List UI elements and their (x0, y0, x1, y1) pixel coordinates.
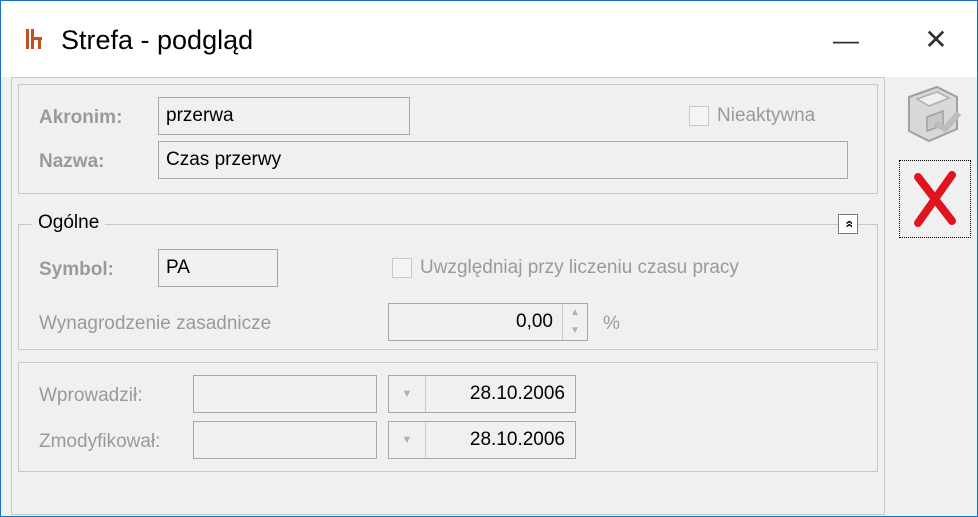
spin-down-icon[interactable]: ▼ (563, 322, 587, 340)
wynagrodzenie-value: 0,00 (516, 311, 553, 332)
minimize-button[interactable]: — (823, 21, 869, 61)
save-button[interactable] (899, 79, 971, 151)
title-bar: Strefa - podgląd — ✕ (1, 1, 977, 77)
uwzgledniaj-checkbox[interactable] (392, 258, 412, 278)
nazwa-label: Nazwa: (39, 151, 105, 172)
cancel-button[interactable] (899, 160, 971, 238)
collapse-button[interactable]: » (838, 214, 858, 234)
spin-buttons[interactable]: ▲ ▼ (562, 304, 587, 340)
wprowadzil-date-field[interactable]: ▼ 28.10.2006 (388, 375, 576, 413)
app-icon (26, 29, 42, 49)
audit-panel: Wprowadził: ▼ 28.10.2006 Zmodyfikował: ▼… (18, 362, 878, 472)
wynagrodzenie-spinner[interactable]: 0,00 ▲ ▼ (388, 303, 588, 341)
form-content: Akronim: przerwa Nieaktywna Nazwa: Czas … (11, 77, 885, 515)
zmodyfikowal-label: Zmodyfikował: (39, 431, 161, 452)
symbol-label: Symbol: (39, 259, 114, 280)
zmodyfikowal-date-field[interactable]: ▼ 28.10.2006 (388, 421, 576, 459)
save-icon (908, 85, 962, 143)
close-button[interactable]: ✕ (913, 21, 959, 61)
general-group: Symbol: PA Uwzględniaj przy liczeniu cza… (18, 224, 878, 350)
zmodyfikowal-user-field[interactable] (193, 421, 377, 459)
uwzgledniaj-checkbox-wrap[interactable]: Uwzględniaj przy liczeniu czasu pracy (392, 257, 739, 279)
nazwa-field[interactable]: Czas przerwy (158, 141, 848, 179)
zmodyfikowal-date: 28.10.2006 (469, 429, 565, 450)
nieaktywna-checkbox-wrap[interactable]: Nieaktywna (689, 105, 815, 127)
cancel-icon (914, 171, 956, 227)
window-title: Strefa - podgląd (61, 25, 254, 55)
general-group-title: Ogólne (32, 212, 106, 234)
spin-up-icon[interactable]: ▲ (563, 304, 587, 322)
wynagrodzenie-label: Wynagrodzenie zasadnicze (39, 313, 272, 334)
dialog-window: Strefa - podgląd — ✕ Akronim: przerwa Ni… (0, 0, 978, 517)
wprowadzil-user-field[interactable] (193, 375, 377, 413)
dropdown-arrow-icon[interactable]: ▼ (389, 422, 426, 458)
percent-label: % (603, 313, 620, 334)
uwzgledniaj-label: Uwzględniaj przy liczeniu czasu pracy (420, 257, 739, 278)
akronim-label: Akronim: (39, 107, 123, 128)
wprowadzil-date: 28.10.2006 (469, 383, 565, 404)
akronim-field[interactable]: przerwa (158, 97, 410, 135)
header-panel: Akronim: przerwa Nieaktywna Nazwa: Czas … (18, 84, 878, 194)
nieaktywna-label: Nieaktywna (717, 105, 816, 126)
nieaktywna-checkbox[interactable] (689, 106, 709, 126)
wprowadzil-label: Wprowadził: (39, 385, 143, 406)
symbol-field[interactable]: PA (158, 249, 278, 287)
dropdown-arrow-icon[interactable]: ▼ (389, 376, 426, 412)
